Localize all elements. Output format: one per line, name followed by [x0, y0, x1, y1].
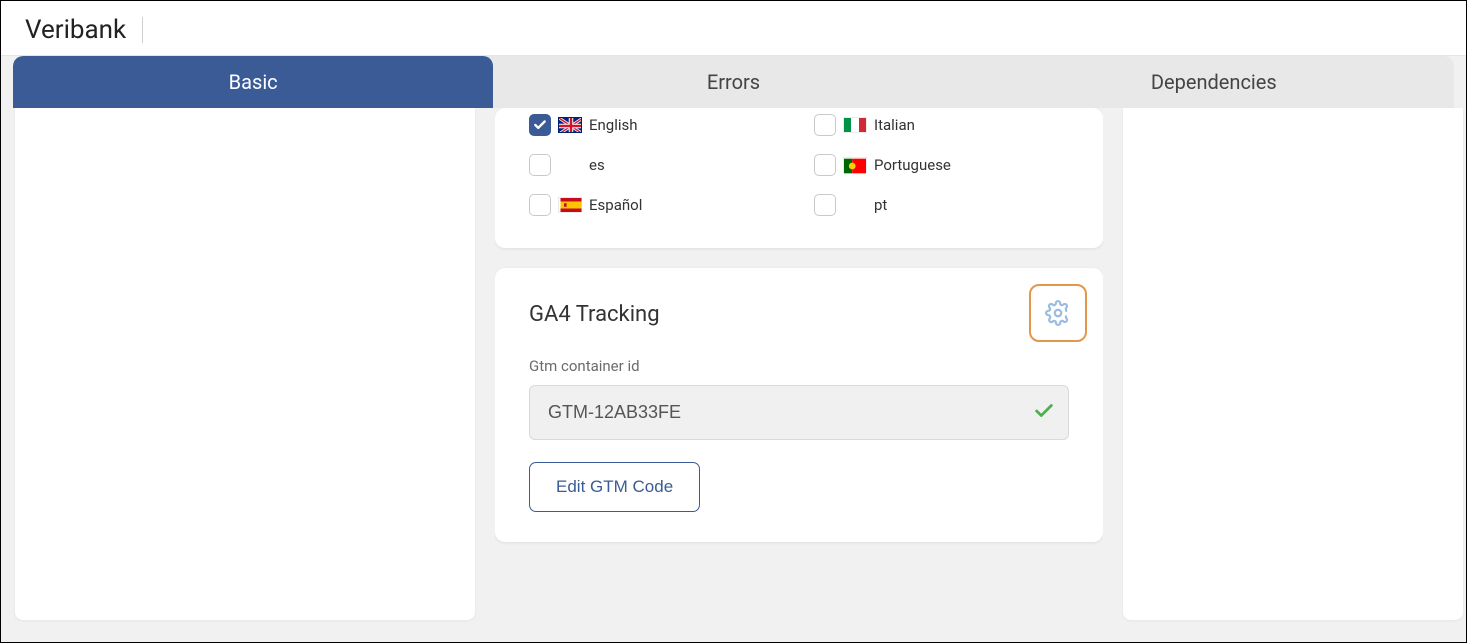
- flag-it-icon: [843, 117, 867, 133]
- checkbox-italian[interactable]: [814, 114, 836, 136]
- right-panel: [1123, 108, 1463, 620]
- flag-placeholder: [843, 197, 867, 213]
- lang-item-portuguese: Portuguese: [814, 154, 1069, 176]
- gear-icon: [1045, 300, 1071, 326]
- check-icon: [1033, 400, 1055, 426]
- checkbox-espanol[interactable]: [529, 194, 551, 216]
- gtm-field-label: Gtm container id: [529, 357, 1069, 375]
- lang-item-espanol: Español: [529, 194, 784, 216]
- lang-label: Italian: [874, 116, 915, 134]
- lang-label: es: [589, 156, 605, 174]
- ga4-card-title: GA4 Tracking: [529, 302, 1069, 327]
- flag-uk-icon: [558, 117, 582, 133]
- flag-placeholder: [558, 157, 582, 173]
- header-divider: [142, 17, 143, 43]
- lang-label: English: [589, 116, 638, 134]
- center-column: English Italian es: [495, 108, 1103, 620]
- lang-label: Portuguese: [874, 156, 951, 174]
- checkbox-english[interactable]: [529, 114, 551, 136]
- page-header: Veribank: [1, 1, 1466, 56]
- content-area: English Italian es: [1, 108, 1466, 634]
- lang-label: pt: [874, 196, 887, 214]
- checkbox-portuguese[interactable]: [814, 154, 836, 176]
- page-title: Veribank: [25, 15, 126, 45]
- flag-es-icon: [558, 197, 582, 213]
- tabs-bar: Basic Errors Dependencies: [13, 56, 1454, 108]
- tab-dependencies[interactable]: Dependencies: [974, 56, 1454, 108]
- checkbox-es[interactable]: [529, 154, 551, 176]
- flag-pt-icon: [843, 157, 867, 173]
- checkbox-pt[interactable]: [814, 194, 836, 216]
- tab-errors[interactable]: Errors: [493, 56, 973, 108]
- lang-item-italian: Italian: [814, 114, 1069, 136]
- settings-button[interactable]: [1029, 284, 1087, 342]
- lang-label: Español: [589, 196, 642, 214]
- ga4-tracking-card: GA4 Tracking Gtm container id Edit GTM C…: [495, 268, 1103, 542]
- lang-item-pt: pt: [814, 194, 1069, 216]
- lang-item-es: es: [529, 154, 784, 176]
- left-panel: [15, 108, 475, 620]
- lang-item-english: English: [529, 114, 784, 136]
- languages-card: English Italian es: [495, 108, 1103, 248]
- tab-basic[interactable]: Basic: [13, 56, 493, 108]
- gtm-input-wrap: [529, 385, 1069, 440]
- gtm-container-id-input[interactable]: [529, 385, 1069, 440]
- edit-gtm-code-button[interactable]: Edit GTM Code: [529, 462, 700, 512]
